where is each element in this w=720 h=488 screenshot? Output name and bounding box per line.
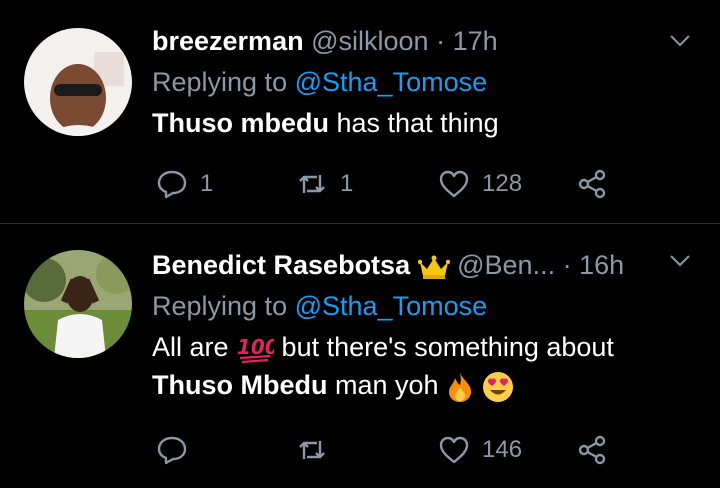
separator-dot: · <box>436 26 446 56</box>
tweet-text-line1-start: All are <box>152 332 237 362</box>
replying-to-mention[interactable]: @Stha_Tomose <box>295 67 488 97</box>
share-icon <box>578 435 606 465</box>
chevron-down-icon[interactable] <box>668 29 692 53</box>
tweet[interactable]: breezerman @silkloon · 17h Replying to @… <box>0 0 720 224</box>
reply-icon <box>157 436 187 465</box>
tweet-text-line1-end: but there's something about <box>274 332 614 362</box>
separator-dot: · <box>562 250 572 280</box>
tweet-text-bold: Thuso mbedu <box>152 108 329 138</box>
user-handle[interactable]: @silkloon <box>311 26 428 56</box>
like-count: 146 <box>482 436 523 463</box>
share-button[interactable] <box>576 164 608 204</box>
timestamp[interactable]: 16h <box>579 250 624 280</box>
reply-button[interactable] <box>156 430 200 470</box>
like-count: 128 <box>482 170 523 197</box>
like-button[interactable]: 146 <box>438 430 522 470</box>
timestamp[interactable]: 17h <box>453 26 498 56</box>
hundred-points-emoji: 100 <box>237 335 274 363</box>
fire-emoji <box>449 372 472 402</box>
heart-eyes-emoji <box>482 371 513 402</box>
heart-icon <box>439 436 469 464</box>
display-name[interactable]: breezerman <box>152 26 304 56</box>
user-handle[interactable]: @Ben... <box>457 250 555 280</box>
retweet-icon <box>299 175 325 193</box>
tweet-text-rest: has that thing <box>329 108 499 138</box>
like-button[interactable]: 128 <box>438 164 522 204</box>
tweet-text: All are 100 but there's something about … <box>152 328 690 404</box>
tweet-text: Thuso mbedu has that thing <box>152 104 690 142</box>
crown-icon <box>417 255 450 279</box>
reply-icon <box>157 170 187 199</box>
reply-button[interactable]: 1 <box>156 164 213 204</box>
tweet-text-line2-rest: man yoh <box>327 370 439 400</box>
retweet-button[interactable]: 1 <box>296 164 353 204</box>
retweet-button[interactable] <box>296 430 340 470</box>
share-icon <box>578 169 606 199</box>
avatar[interactable] <box>24 250 132 358</box>
replying-to-mention[interactable]: @Stha_Tomose <box>295 291 488 321</box>
reply-count: 1 <box>200 170 214 197</box>
replying-label: Replying to <box>152 67 288 97</box>
heart-icon <box>439 170 469 198</box>
retweet-count: 1 <box>340 170 354 197</box>
tweet-text-bold: Thuso Mbedu <box>152 370 328 400</box>
chevron-down-icon[interactable] <box>668 249 692 273</box>
share-button[interactable] <box>576 430 608 470</box>
retweet-icon <box>299 441 325 459</box>
avatar[interactable] <box>24 28 132 136</box>
replying-label: Replying to <box>152 291 288 321</box>
tweet[interactable]: Benedict Rasebotsa @Ben... · 16h Replyin… <box>0 224 720 488</box>
display-name[interactable]: Benedict Rasebotsa <box>152 250 410 280</box>
